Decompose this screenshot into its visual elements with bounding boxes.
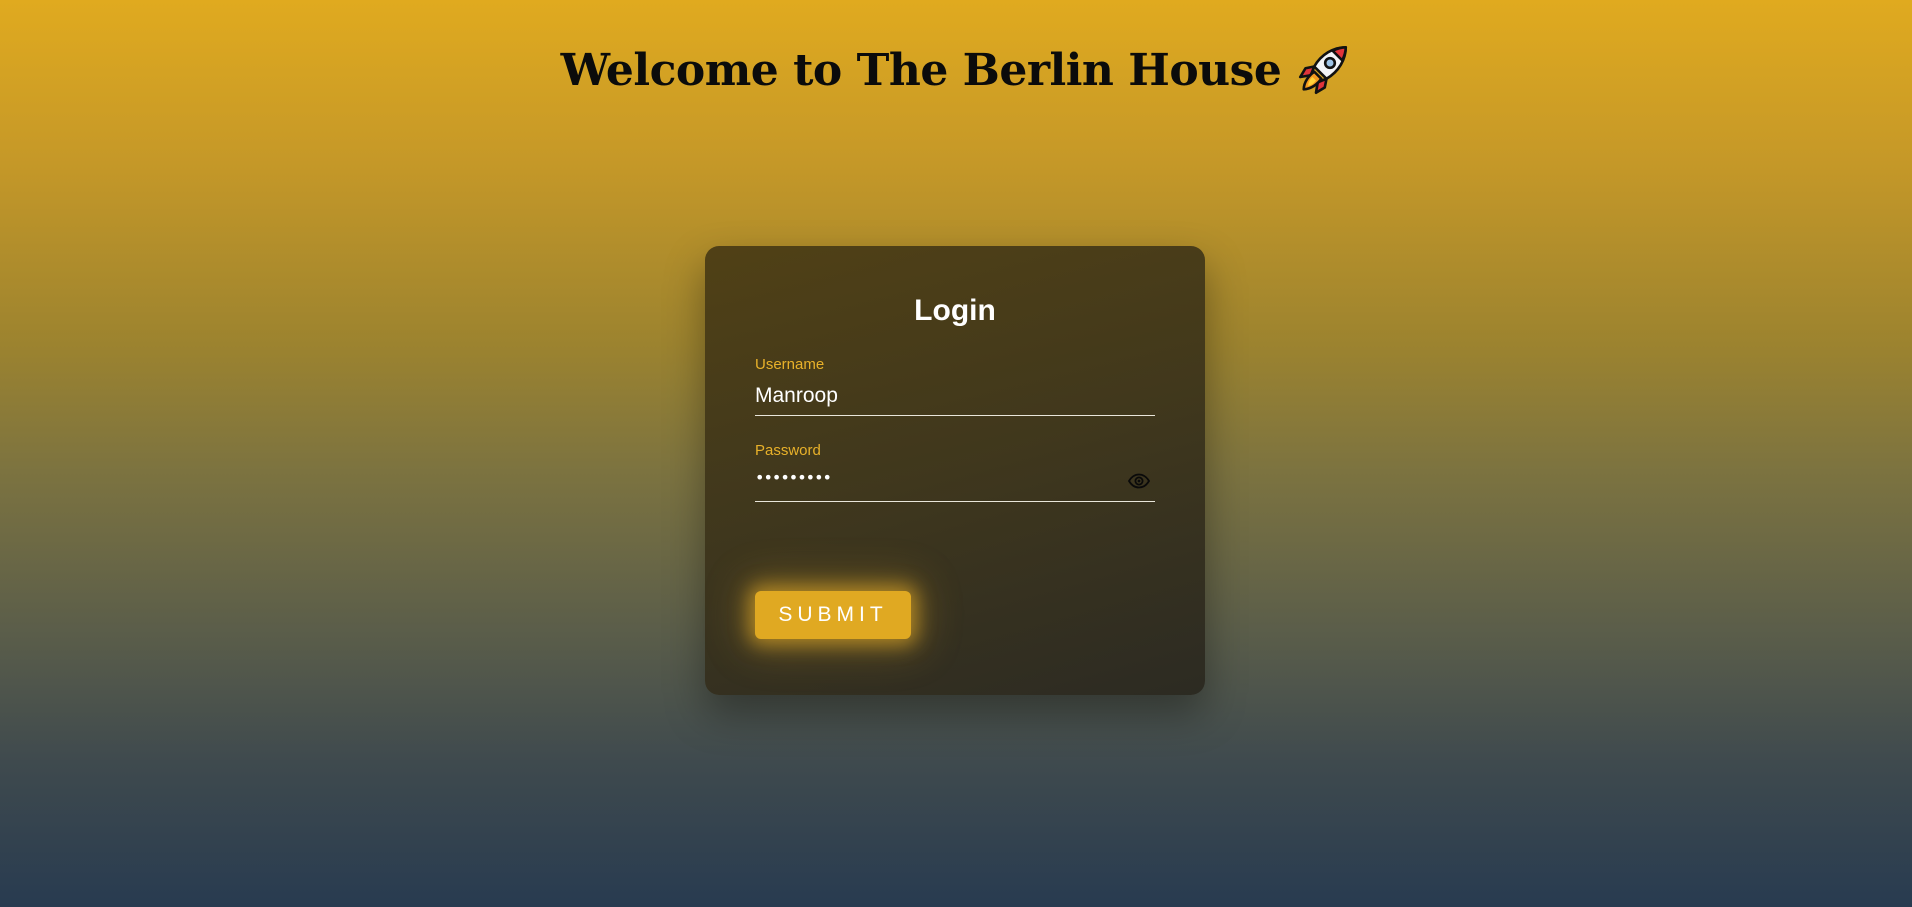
password-underline: ••••••••• bbox=[755, 465, 1155, 502]
rocket-icon bbox=[1299, 45, 1348, 95]
page-header: Welcome to The Berlin House bbox=[0, 42, 1912, 98]
login-card: Login Username Password ••••••••• Submit bbox=[705, 246, 1205, 695]
username-underline bbox=[755, 379, 1155, 416]
eye-icon[interactable] bbox=[1127, 469, 1151, 493]
password-label: Password bbox=[755, 442, 821, 459]
password-field-group: Password ••••••••• bbox=[755, 442, 1155, 502]
username-field-group: Username bbox=[755, 356, 1155, 416]
submit-button[interactable]: Submit bbox=[755, 591, 911, 639]
username-input[interactable] bbox=[755, 379, 1155, 413]
login-title: Login bbox=[914, 294, 996, 327]
page-title: Welcome to The Berlin House bbox=[560, 44, 1282, 96]
username-label: Username bbox=[755, 356, 825, 373]
password-input[interactable]: ••••••••• bbox=[755, 468, 832, 487]
